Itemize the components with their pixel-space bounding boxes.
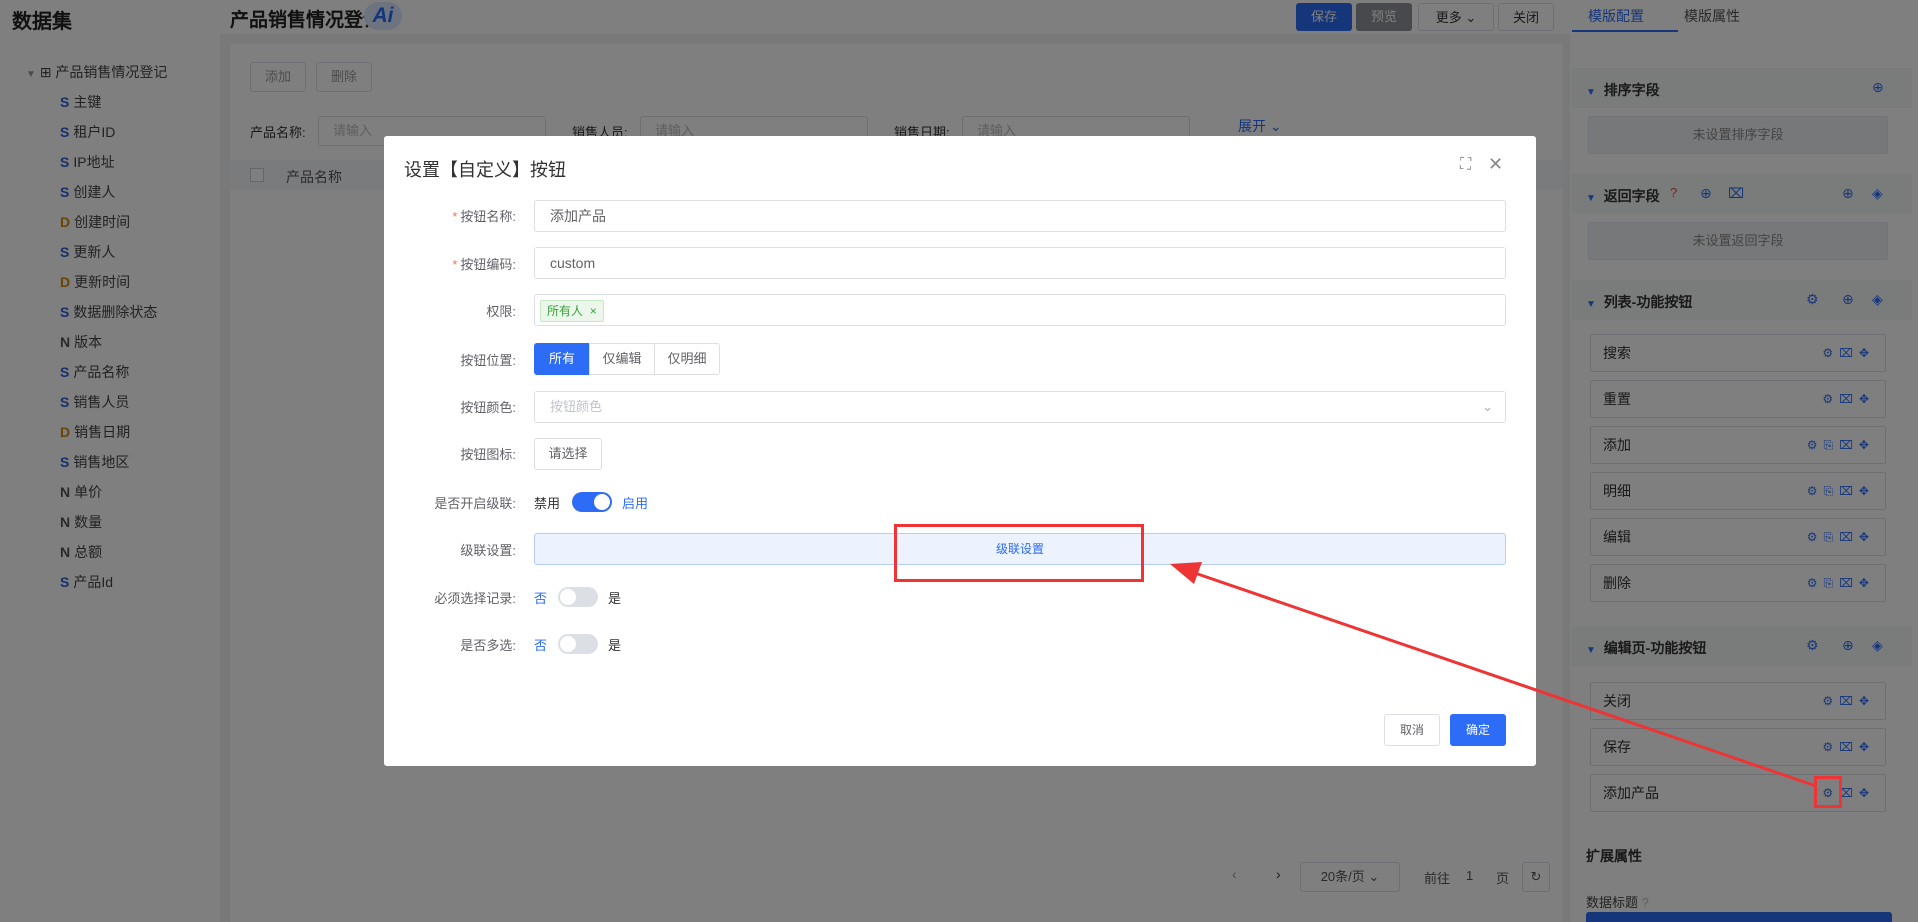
- arrow-line: [1185, 568, 1817, 788]
- arrow-head: [1170, 562, 1202, 584]
- annotation-arrow: [1170, 562, 1817, 788]
